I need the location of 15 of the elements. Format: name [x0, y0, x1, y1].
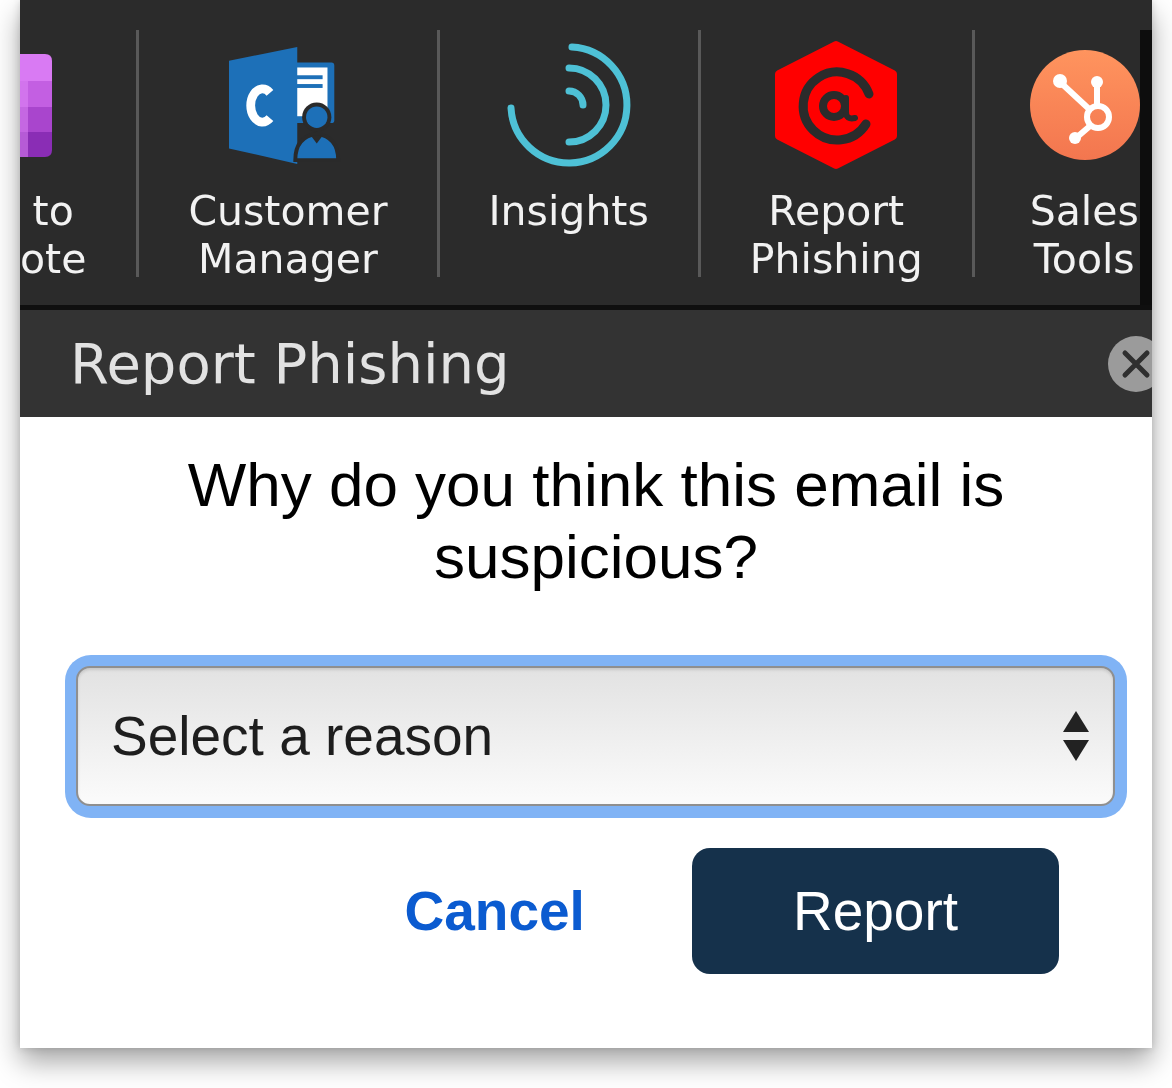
ribbon-button[interactable]: Customer Manager: [139, 30, 437, 283]
ribbon-button[interactable]: to ote: [20, 30, 137, 283]
sort-arrows-icon: [1063, 711, 1089, 761]
ribbon-button[interactable]: Insights: [439, 30, 698, 235]
spiral-icon: [505, 42, 632, 168]
pane-title: Report Phishing: [70, 329, 510, 398]
question-text: Why do you think this email is suspicious?: [186, 449, 1006, 593]
primary-button[interactable]: Report: [691, 848, 1059, 974]
text-button[interactable]: Cancel: [388, 859, 601, 963]
close-button[interactable]: [1108, 334, 1152, 393]
reason-select[interactable]: Select a reason: [65, 655, 1127, 818]
stacked-tile-icon: [20, 53, 52, 157]
ribbon-button[interactable]: Sales Tools: [974, 30, 1140, 283]
sprocket-icon: [1029, 50, 1140, 160]
ribbon-button[interactable]: Report Phishing: [700, 30, 972, 283]
